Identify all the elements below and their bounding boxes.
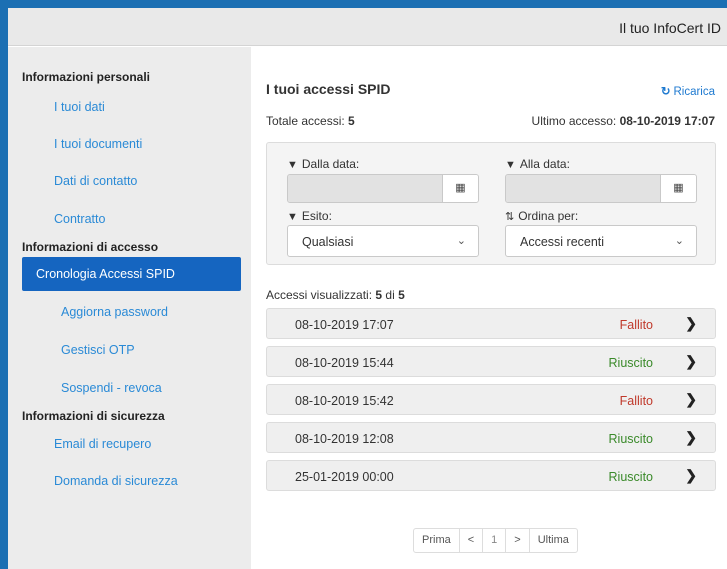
sidebar-item-sospendi-revoca[interactable]: Sospendi - revoca (8, 373, 251, 403)
sidebar-item-contratto[interactable]: Contratto (8, 204, 251, 234)
count-total: 5 (398, 288, 405, 302)
filter-icon: ▼ (287, 159, 298, 171)
sidebar-item-email-recupero[interactable]: Email di recupero (8, 429, 251, 459)
total-accesses: Totale accessi: 5 (266, 114, 355, 128)
access-row[interactable]: 25-01-2019 00:00 Riuscito ❯ (266, 460, 716, 491)
calendar-icon[interactable]: ▦ (660, 175, 696, 202)
sidebar-item-label: Cronologia Accessi SPID (36, 267, 175, 281)
order-label-text: Ordina per: (518, 209, 579, 223)
filter-icon: ▼ (505, 159, 516, 171)
from-date-field: ▦ (287, 174, 479, 203)
count-of: di (385, 288, 395, 302)
pager-next[interactable]: > (505, 529, 528, 552)
last-access-label: Ultimo accesso: (531, 114, 617, 128)
last-access: Ultimo accesso: 08-10-2019 17:07 (532, 114, 715, 128)
access-status: Riuscito (608, 470, 653, 484)
calendar-icon[interactable]: ▦ (442, 175, 478, 202)
reload-button[interactable]: ↻ Ricarica (661, 84, 715, 98)
access-row[interactable]: 08-10-2019 17:07 Fallito ❯ (266, 308, 716, 339)
access-status: Riuscito (608, 432, 653, 446)
chevron-right-icon: ❯ (685, 315, 697, 331)
chevron-down-icon: ⌄ (674, 235, 684, 247)
main-content: I tuoi accessi SPID ↻ Ricarica Totale acc… (251, 47, 727, 569)
esito-label: ▼ Esito: (287, 209, 332, 223)
chevron-right-icon: ❯ (685, 391, 697, 407)
sidebar-item-tuoi-dati[interactable]: I tuoi dati (8, 92, 251, 122)
esito-value: Qualsiasi (302, 235, 354, 249)
access-date: 25-01-2019 00:00 (295, 470, 394, 484)
esito-select[interactable]: Qualsiasi ⌄ (287, 225, 479, 257)
pager-last[interactable]: Ultima (528, 529, 577, 552)
from-date-input[interactable] (288, 175, 443, 202)
access-row[interactable]: 08-10-2019 12:08 Riuscito ❯ (266, 422, 716, 453)
access-date: 08-10-2019 17:07 (295, 318, 394, 332)
sidebar-item-label: Email di recupero (54, 437, 152, 451)
sidebar-item-dati-contatto[interactable]: Dati di contatto (8, 166, 251, 196)
total-value: 5 (348, 114, 355, 128)
from-date-label: ▼ Dalla data: (287, 157, 359, 171)
access-row[interactable]: 08-10-2019 15:44 Riuscito ❯ (266, 346, 716, 377)
to-date-field: ▦ (505, 174, 697, 203)
pagination: Prima < 1 > Ultima (413, 528, 578, 553)
app-frame: Il tuo InfoCert ID Informazioni personal… (8, 8, 727, 569)
count-label: Accessi visualizzati: (266, 288, 373, 302)
visible-count: Accessi visualizzati: 5 di 5 (266, 288, 405, 302)
order-label: ⇅ Ordina per: (505, 209, 578, 223)
sidebar-item-cronologia[interactable]: Cronologia Accessi SPID (22, 257, 241, 291)
order-value: Accessi recenti (520, 235, 605, 249)
brand-title: Il tuo InfoCert ID (619, 20, 721, 36)
sort-icon: ⇅ (505, 211, 515, 223)
chevron-right-icon: ❯ (685, 353, 697, 369)
pager-current[interactable]: 1 (482, 529, 505, 552)
access-status: Riuscito (608, 356, 653, 370)
pager-prev[interactable]: < (458, 529, 482, 552)
filter-panel: ▼ Dalla data: ▼ Alla data: ▦ ▦ ▼ Esito: ⇅ Or… (266, 142, 716, 265)
to-date-label-text: Alla data: (519, 157, 570, 171)
section-title-security: Informazioni di sicurezza (22, 409, 165, 423)
access-date: 08-10-2019 15:44 (295, 356, 394, 370)
last-access-value: 08-10-2019 17:07 (619, 114, 715, 128)
access-status: Fallito (619, 318, 653, 332)
chevron-down-icon: ⌄ (456, 235, 466, 247)
sidebar-item-gestisci-otp[interactable]: Gestisci OTP (8, 335, 251, 365)
filter-icon: ▼ (287, 211, 298, 223)
section-title-access: Informazioni di accesso (22, 240, 159, 254)
sidebar-item-tuoi-documenti[interactable]: I tuoi documenti (8, 129, 251, 159)
order-select[interactable]: Accessi recenti ⌄ (505, 225, 697, 257)
sidebar-item-domanda-sicurezza[interactable]: Domanda di sicurezza (8, 466, 251, 496)
from-date-label-text: Dalla data: (301, 157, 360, 171)
refresh-icon: ↻ (660, 86, 671, 98)
access-row[interactable]: 08-10-2019 15:42 Fallito ❯ (266, 384, 716, 415)
count-shown: 5 (375, 288, 383, 302)
top-bar: Il tuo InfoCert ID (8, 8, 727, 46)
chevron-right-icon: ❯ (685, 467, 697, 483)
esito-label-text: Esito: (301, 209, 332, 223)
total-label: Totale accessi: (266, 114, 345, 128)
sidebar-item-label: Gestisci OTP (61, 343, 135, 357)
sidebar-item-label: Sospendi - revoca (61, 381, 162, 395)
sidebar-item-label: I tuoi documenti (54, 137, 143, 151)
sidebar-item-label: Contratto (54, 212, 106, 226)
pager-first[interactable]: Prima (414, 529, 459, 552)
section-title-personal: Informazioni personali (22, 70, 151, 84)
sidebar: Informazioni personali I tuoi dati I tuo… (8, 47, 251, 569)
page-title: I tuoi accessi SPID (266, 81, 391, 97)
reload-label: Ricarica (673, 86, 715, 98)
sidebar-item-label: I tuoi dati (54, 100, 105, 114)
sidebar-item-aggiorna-password[interactable]: Aggiorna password (8, 297, 251, 327)
sidebar-item-label: Dati di contatto (54, 174, 138, 188)
chevron-right-icon: ❯ (685, 429, 697, 445)
to-date-input[interactable] (506, 175, 661, 202)
to-date-label: ▼ Alla data: (505, 157, 570, 171)
access-date: 08-10-2019 12:08 (295, 432, 394, 446)
sidebar-item-label: Domanda di sicurezza (54, 474, 178, 488)
access-status: Fallito (619, 394, 653, 408)
sidebar-item-label: Aggiorna password (61, 305, 169, 319)
access-date: 08-10-2019 15:42 (295, 394, 394, 408)
